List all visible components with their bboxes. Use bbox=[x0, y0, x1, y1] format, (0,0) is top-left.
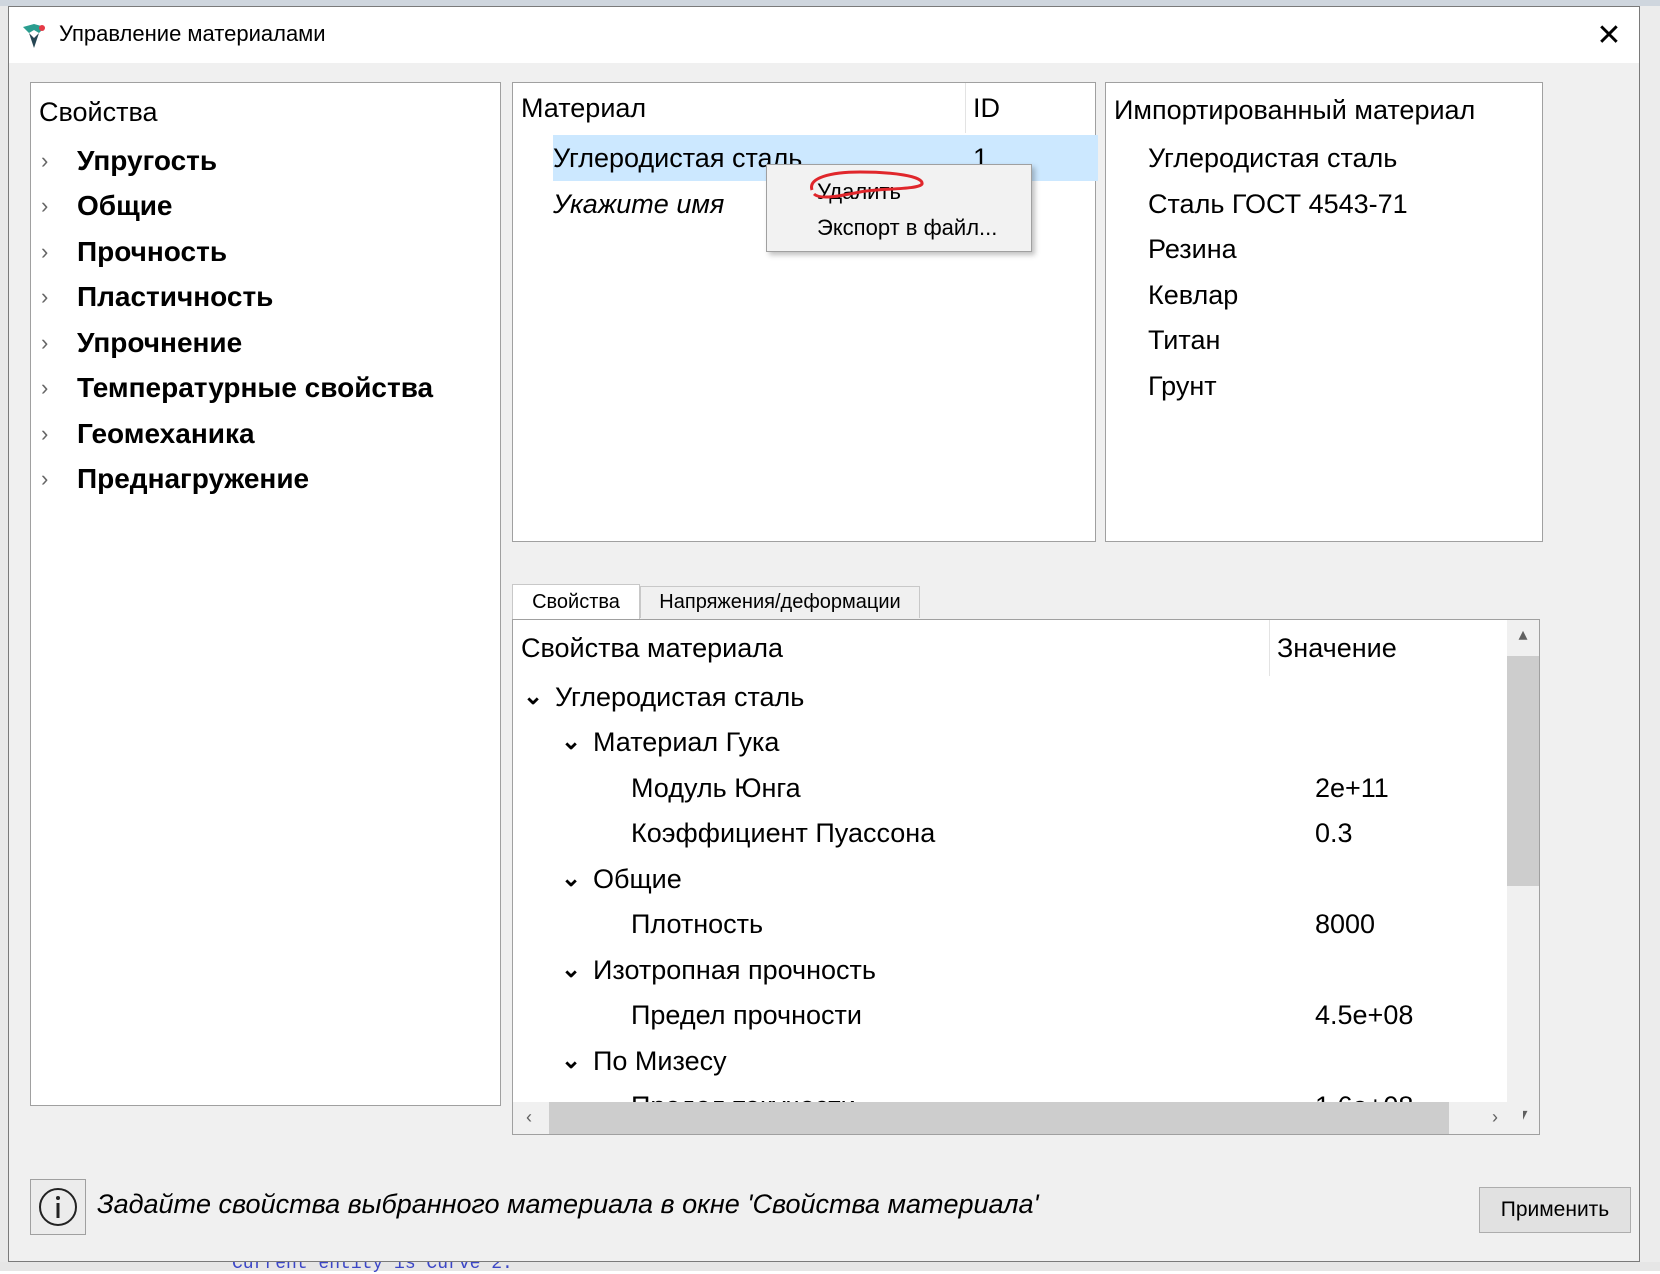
apply-button[interactable]: Применить bbox=[1479, 1187, 1631, 1233]
tree-item-plasticity[interactable]: › Пластичность bbox=[41, 275, 273, 319]
chevron-right-icon: › bbox=[41, 330, 49, 355]
imported-material-item[interactable]: Сталь ГОСТ 4543-71 bbox=[1148, 189, 1408, 220]
tree-item-label: Температурные свойства bbox=[77, 372, 434, 403]
new-material-name-placeholder[interactable]: Укажите имя bbox=[553, 189, 724, 220]
chevron-right-icon: › bbox=[41, 466, 49, 491]
property-name: Общие bbox=[593, 864, 682, 894]
info-icon bbox=[30, 1179, 86, 1235]
property-name: Предел прочности bbox=[631, 1000, 862, 1030]
imported-materials-panel: Импортированный материал Углеродистая ст… bbox=[1105, 82, 1543, 542]
title-bar: Управление материалами ✕ bbox=[9, 7, 1639, 63]
property-value[interactable]: 1.6e+08 bbox=[1315, 1091, 1413, 1102]
menu-item-export[interactable]: Экспорт в файл... bbox=[817, 215, 997, 241]
scroll-up-arrow-icon[interactable]: ▴ bbox=[1507, 624, 1539, 645]
status-message: Задайте свойства выбранного материала в … bbox=[97, 1189, 1039, 1219]
imported-material-item[interactable]: Резина bbox=[1148, 234, 1237, 265]
scroll-left-arrow-icon[interactable]: ‹ bbox=[513, 1107, 545, 1128]
properties-tree-panel: Свойства › Упругость › Общие › Прочность › П… bbox=[30, 82, 501, 1106]
property-value[interactable]: 4.5e+08 bbox=[1315, 1000, 1413, 1031]
window-title: Управление материалами bbox=[59, 21, 326, 46]
property-name: Предел текучести bbox=[631, 1091, 856, 1102]
tree-item-label: Пластичность bbox=[77, 281, 274, 312]
chevron-right-icon: › bbox=[41, 239, 49, 264]
chevron-down-icon[interactable]: ⌄ bbox=[561, 864, 581, 893]
column-header-id[interactable]: ID bbox=[973, 83, 1000, 133]
property-name: Модуль Юнга bbox=[631, 773, 801, 803]
property-row[interactable]: Модуль Юнга 2e+11 bbox=[513, 767, 1523, 815]
column-header-value[interactable]: Значение bbox=[1277, 620, 1397, 676]
property-row[interactable]: ⌄ Углеродистая сталь bbox=[513, 676, 1523, 724]
imported-material-item[interactable]: Углеродистая сталь bbox=[1148, 143, 1397, 174]
property-row[interactable]: Коэффициент Пуассона 0.3 bbox=[513, 812, 1523, 860]
tree-item-thermal[interactable]: › Температурные свойства bbox=[41, 366, 433, 410]
property-row[interactable]: Предел прочности 4.5e+08 bbox=[513, 994, 1523, 1042]
chevron-down-icon[interactable]: ⌄ bbox=[523, 682, 543, 711]
horizontal-scroll-thumb[interactable] bbox=[549, 1102, 1449, 1134]
tree-item-strength[interactable]: › Прочность bbox=[41, 230, 227, 274]
tree-item-label: Прочность bbox=[77, 236, 228, 267]
info-circle-icon bbox=[39, 1188, 77, 1226]
imported-material-item[interactable]: Кевлар bbox=[1148, 280, 1238, 311]
tree-item-label: Упрочнение bbox=[77, 327, 243, 358]
property-name: Углеродистая сталь bbox=[555, 682, 805, 712]
close-button[interactable]: ✕ bbox=[1579, 7, 1639, 63]
property-name: Коэффициент Пуассона bbox=[631, 818, 936, 848]
column-separator bbox=[965, 83, 966, 133]
property-row[interactable]: Плотность 8000 bbox=[513, 903, 1523, 951]
chevron-right-icon: › bbox=[41, 148, 49, 173]
close-icon: ✕ bbox=[1596, 18, 1622, 52]
property-name: По Мизесу bbox=[593, 1046, 727, 1076]
tree-item-label: Преднагружение bbox=[77, 463, 310, 494]
property-name: Изотропная прочность bbox=[593, 955, 876, 985]
vertical-scroll-thumb[interactable] bbox=[1507, 656, 1539, 886]
background-left-edge bbox=[0, 6, 8, 1271]
chevron-right-icon: › bbox=[41, 375, 49, 400]
horizontal-scrollbar[interactable]: ‹ › bbox=[513, 1102, 1523, 1134]
property-row-clipped[interactable]: Предел текучести 1.6e+08 bbox=[513, 1085, 1523, 1102]
material-name: Углеродистая сталь bbox=[553, 143, 803, 173]
vertical-scrollbar[interactable]: ▴ ▾ bbox=[1507, 620, 1539, 1134]
property-row[interactable]: ⌄ По Мизесу bbox=[513, 1040, 1523, 1088]
chevron-right-icon: › bbox=[41, 193, 49, 218]
property-name: Материал Гука bbox=[593, 727, 780, 757]
material-properties-table: Свойства материала Значение ⌄ Углеродист… bbox=[512, 619, 1540, 1135]
tree-item-label: Упругость bbox=[77, 145, 218, 176]
imported-material-item[interactable]: Титан bbox=[1148, 325, 1220, 356]
tree-item-geomechanics[interactable]: › Геомеханика bbox=[41, 412, 255, 456]
tree-item-general[interactable]: › Общие bbox=[41, 184, 172, 228]
tree-item-label: Общие bbox=[77, 190, 173, 221]
tab-properties[interactable]: Свойства bbox=[512, 584, 640, 620]
chevron-down-icon[interactable]: ⌄ bbox=[561, 1046, 581, 1075]
background-right-edge bbox=[1640, 6, 1660, 1271]
imported-materials-header: Импортированный материал bbox=[1114, 95, 1476, 125]
property-value[interactable]: 8000 bbox=[1315, 909, 1375, 940]
tab-stress-strain[interactable]: Напряжения/деформации bbox=[640, 586, 920, 618]
tree-item-elasticity[interactable]: › Упругость bbox=[41, 139, 217, 183]
chevron-right-icon: › bbox=[41, 284, 49, 309]
tree-item-hardening[interactable]: › Упрочнение bbox=[41, 321, 242, 365]
property-value[interactable]: 0.3 bbox=[1315, 818, 1353, 849]
chevron-down-icon[interactable]: ⌄ bbox=[561, 955, 581, 984]
tree-item-preload[interactable]: › Преднагружение bbox=[41, 457, 309, 501]
chevron-right-icon: › bbox=[41, 421, 49, 446]
imported-material-item[interactable]: Грунт bbox=[1148, 371, 1217, 402]
property-row[interactable]: ⌄ Общие bbox=[513, 858, 1523, 906]
column-header-property[interactable]: Свойства материала bbox=[521, 620, 783, 676]
column-header-material[interactable]: Материал bbox=[521, 83, 646, 133]
property-value[interactable]: 2e+11 bbox=[1315, 773, 1389, 804]
tree-item-label: Геомеханика bbox=[77, 418, 255, 449]
chevron-down-icon[interactable]: ⌄ bbox=[561, 727, 581, 756]
red-annotation-circle bbox=[810, 170, 924, 199]
property-row[interactable]: ⌄ Изотропная прочность bbox=[513, 949, 1523, 997]
properties-tree-header: Свойства bbox=[39, 97, 158, 127]
app-logo-icon bbox=[23, 24, 45, 48]
scroll-right-arrow-icon[interactable]: › bbox=[1479, 1107, 1511, 1128]
property-row[interactable]: ⌄ Материал Гука bbox=[513, 721, 1523, 769]
column-separator bbox=[1269, 620, 1270, 676]
property-name: Плотность bbox=[631, 909, 764, 939]
materials-table-panel: Материал ID Углеродистая сталь 1 Укажите… bbox=[512, 82, 1098, 542]
